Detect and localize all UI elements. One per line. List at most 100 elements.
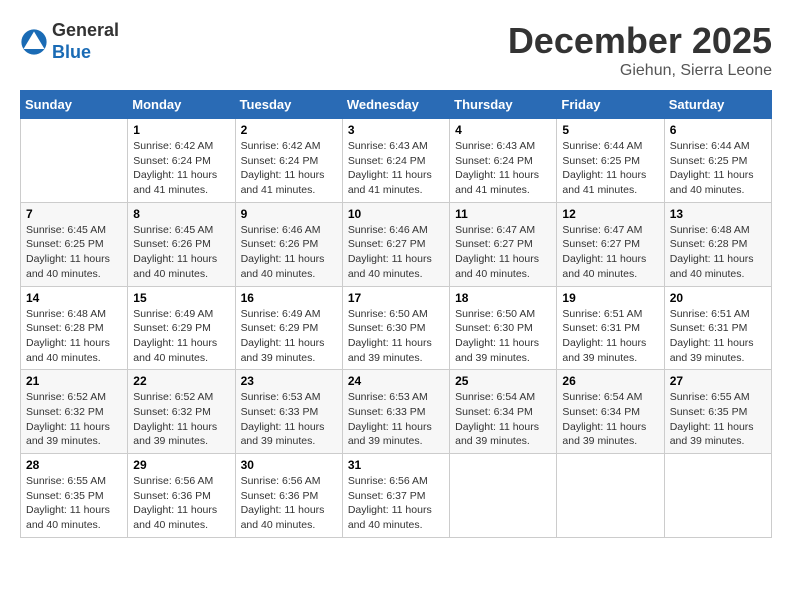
weekday-header: Tuesday	[235, 91, 342, 119]
day-number: 30	[241, 458, 337, 472]
logo-icon	[20, 28, 48, 56]
calendar-cell: 28 Sunrise: 6:55 AMSunset: 6:35 PMDayligh…	[21, 454, 128, 538]
title-block: December 2025 Giehun, Sierra Leone	[508, 20, 772, 80]
calendar-cell: 5 Sunrise: 6:44 AMSunset: 6:25 PMDaylight…	[557, 119, 664, 203]
day-info: Sunrise: 6:46 AMSunset: 6:26 PMDaylight:…	[241, 223, 337, 282]
day-number: 25	[455, 374, 551, 388]
day-number: 26	[562, 374, 658, 388]
day-info: Sunrise: 6:52 AMSunset: 6:32 PMDaylight:…	[133, 390, 229, 449]
day-info: Sunrise: 6:48 AMSunset: 6:28 PMDaylight:…	[670, 223, 766, 282]
calendar-cell: 17 Sunrise: 6:50 AMSunset: 6:30 PMDayligh…	[342, 286, 449, 370]
day-number: 24	[348, 374, 444, 388]
calendar-cell: 24 Sunrise: 6:53 AMSunset: 6:33 PMDayligh…	[342, 370, 449, 454]
logo-general: General	[52, 20, 119, 42]
calendar-cell	[450, 454, 557, 538]
day-info: Sunrise: 6:45 AMSunset: 6:26 PMDaylight:…	[133, 223, 229, 282]
day-number: 17	[348, 291, 444, 305]
day-info: Sunrise: 6:50 AMSunset: 6:30 PMDaylight:…	[455, 307, 551, 366]
day-info: Sunrise: 6:42 AMSunset: 6:24 PMDaylight:…	[241, 139, 337, 198]
day-number: 5	[562, 123, 658, 137]
day-info: Sunrise: 6:51 AMSunset: 6:31 PMDaylight:…	[562, 307, 658, 366]
calendar-cell: 19 Sunrise: 6:51 AMSunset: 6:31 PMDayligh…	[557, 286, 664, 370]
day-number: 15	[133, 291, 229, 305]
day-info: Sunrise: 6:50 AMSunset: 6:30 PMDaylight:…	[348, 307, 444, 366]
calendar-cell: 23 Sunrise: 6:53 AMSunset: 6:33 PMDayligh…	[235, 370, 342, 454]
day-info: Sunrise: 6:44 AMSunset: 6:25 PMDaylight:…	[562, 139, 658, 198]
day-info: Sunrise: 6:56 AMSunset: 6:36 PMDaylight:…	[133, 474, 229, 533]
weekday-header: Monday	[128, 91, 235, 119]
calendar-cell: 9 Sunrise: 6:46 AMSunset: 6:26 PMDaylight…	[235, 202, 342, 286]
day-info: Sunrise: 6:53 AMSunset: 6:33 PMDaylight:…	[241, 390, 337, 449]
calendar-cell: 30 Sunrise: 6:56 AMSunset: 6:36 PMDayligh…	[235, 454, 342, 538]
day-info: Sunrise: 6:48 AMSunset: 6:28 PMDaylight:…	[26, 307, 122, 366]
month-title: December 2025	[508, 20, 772, 62]
logo-text: General Blue	[52, 20, 119, 63]
calendar-header-row: SundayMondayTuesdayWednesdayThursdayFrid…	[21, 91, 772, 119]
calendar-cell: 7 Sunrise: 6:45 AMSunset: 6:25 PMDaylight…	[21, 202, 128, 286]
day-number: 2	[241, 123, 337, 137]
calendar-cell: 11Sunrise: 6:47 AMSunset: 6:27 PMDayligh…	[450, 202, 557, 286]
day-number: 11	[455, 207, 551, 221]
weekday-header: Saturday	[664, 91, 771, 119]
calendar-cell: 29 Sunrise: 6:56 AMSunset: 6:36 PMDayligh…	[128, 454, 235, 538]
day-number: 12	[562, 207, 658, 221]
calendar-cell: 6 Sunrise: 6:44 AMSunset: 6:25 PMDaylight…	[664, 119, 771, 203]
calendar-cell: 21Sunrise: 6:52 AMSunset: 6:32 PMDayligh…	[21, 370, 128, 454]
day-info: Sunrise: 6:52 AMSunset: 6:32 PMDaylight:…	[26, 390, 122, 449]
calendar-cell: 14Sunrise: 6:48 AMSunset: 6:28 PMDayligh…	[21, 286, 128, 370]
day-info: Sunrise: 6:47 AMSunset: 6:27 PMDaylight:…	[562, 223, 658, 282]
day-number: 27	[670, 374, 766, 388]
location: Giehun, Sierra Leone	[508, 62, 772, 80]
calendar-cell: 1Sunrise: 6:42 AMSunset: 6:24 PMDaylight…	[128, 119, 235, 203]
calendar-cell: 2 Sunrise: 6:42 AMSunset: 6:24 PMDaylight…	[235, 119, 342, 203]
day-number: 29	[133, 458, 229, 472]
day-info: Sunrise: 6:54 AMSunset: 6:34 PMDaylight:…	[455, 390, 551, 449]
calendar-cell: 18Sunrise: 6:50 AMSunset: 6:30 PMDayligh…	[450, 286, 557, 370]
day-info: Sunrise: 6:45 AMSunset: 6:25 PMDaylight:…	[26, 223, 122, 282]
calendar-cell: 31 Sunrise: 6:56 AMSunset: 6:37 PMDayligh…	[342, 454, 449, 538]
calendar-cell	[664, 454, 771, 538]
day-number: 1	[133, 123, 229, 137]
day-number: 31	[348, 458, 444, 472]
calendar-cell: 25 Sunrise: 6:54 AMSunset: 6:34 PMDayligh…	[450, 370, 557, 454]
day-number: 9	[241, 207, 337, 221]
day-number: 16	[241, 291, 337, 305]
calendar-week-row: 1 Sunrise: 6:42 AMSunset: 6:24 PMDaylight…	[21, 119, 772, 203]
day-number: 28	[26, 458, 122, 472]
day-number: 7	[26, 207, 122, 221]
calendar-week-row: 7 Sunrise: 6:45 AMSunset: 6:25 PMDaylight…	[21, 202, 772, 286]
day-info: Sunrise: 6:56 AMSunset: 6:37 PMDaylight:…	[348, 474, 444, 533]
day-number: 23	[241, 374, 337, 388]
weekday-header: Sunday	[21, 91, 128, 119]
day-number: 10	[348, 207, 444, 221]
day-info: Sunrise: 6:55 AMSunset: 6:35 PMDaylight:…	[26, 474, 122, 533]
weekday-header: Wednesday	[342, 91, 449, 119]
day-info: Sunrise: 6:49 AMSunset: 6:29 PMDaylight:…	[241, 307, 337, 366]
day-info: Sunrise: 6:43 AMSunset: 6:24 PMDaylight:…	[348, 139, 444, 198]
day-info: Sunrise: 6:51 AMSunset: 6:31 PMDaylight:…	[670, 307, 766, 366]
day-info: Sunrise: 6:53 AMSunset: 6:33 PMDaylight:…	[348, 390, 444, 449]
calendar-cell: 26 Sunrise: 6:54 AMSunset: 6:34 PMDayligh…	[557, 370, 664, 454]
day-info: Sunrise: 6:56 AMSunset: 6:36 PMDaylight:…	[241, 474, 337, 533]
day-number: 3	[348, 123, 444, 137]
day-info: Sunrise: 6:43 AMSunset: 6:24 PMDaylight:…	[455, 139, 551, 198]
day-info: Sunrise: 6:54 AMSunset: 6:34 PMDaylight:…	[562, 390, 658, 449]
day-number: 6	[670, 123, 766, 137]
calendar-cell	[21, 119, 128, 203]
calendar-cell: 4 Sunrise: 6:43 AMSunset: 6:24 PMDaylight…	[450, 119, 557, 203]
calendar-week-row: 28 Sunrise: 6:55 AMSunset: 6:35 PMDayligh…	[21, 454, 772, 538]
calendar-cell: 13 Sunrise: 6:48 AMSunset: 6:28 PMDayligh…	[664, 202, 771, 286]
logo-blue: Blue	[52, 42, 119, 64]
day-info: Sunrise: 6:49 AMSunset: 6:29 PMDaylight:…	[133, 307, 229, 366]
day-info: Sunrise: 6:44 AMSunset: 6:25 PMDaylight:…	[670, 139, 766, 198]
day-number: 19	[562, 291, 658, 305]
weekday-header: Thursday	[450, 91, 557, 119]
day-number: 8	[133, 207, 229, 221]
day-info: Sunrise: 6:46 AMSunset: 6:27 PMDaylight:…	[348, 223, 444, 282]
calendar-week-row: 21Sunrise: 6:52 AMSunset: 6:32 PMDayligh…	[21, 370, 772, 454]
logo: General Blue	[20, 20, 119, 63]
day-number: 4	[455, 123, 551, 137]
day-number: 22	[133, 374, 229, 388]
page-header: General Blue December 2025 Giehun, Sierr…	[20, 20, 772, 80]
day-number: 13	[670, 207, 766, 221]
